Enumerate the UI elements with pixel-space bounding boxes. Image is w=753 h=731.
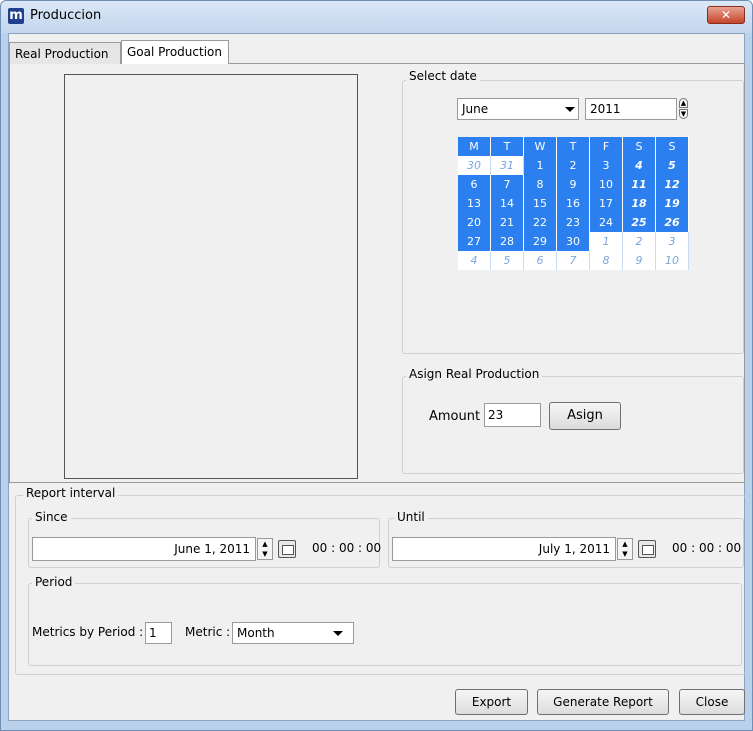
calendar-day[interactable]: 4 — [623, 156, 656, 175]
calendar-weekday-header: M — [458, 137, 491, 156]
calendar-weekday-header: S — [623, 137, 656, 156]
calendar-day[interactable]: 27 — [458, 232, 491, 251]
calendar-day[interactable]: 8 — [524, 175, 557, 194]
tab-goal-production[interactable]: Goal Production — [121, 40, 229, 64]
calendar-day[interactable]: 13 — [458, 194, 491, 213]
until-legend: Until — [394, 510, 428, 524]
calendar-day[interactable]: 29 — [524, 232, 557, 251]
calendar-day[interactable]: 15 — [524, 194, 557, 213]
calendar-day[interactable]: 1 — [524, 156, 557, 175]
calendar-day[interactable]: 16 — [557, 194, 590, 213]
period-legend: Period — [32, 575, 76, 589]
calendar-icon — [282, 545, 294, 555]
metrics-by-period-label: Metrics by Period : — [32, 625, 144, 639]
calendar-weekday-header: F — [590, 137, 623, 156]
calendar-day[interactable]: 18 — [623, 194, 656, 213]
asign-button[interactable]: Asign — [549, 402, 621, 430]
since-time[interactable]: 00 : 00 : 00 — [312, 541, 381, 555]
calendar-day[interactable]: 30 — [458, 156, 491, 175]
until-time[interactable]: 00 : 00 : 00 — [672, 541, 741, 555]
calendar-day[interactable]: 11 — [623, 175, 656, 194]
calendar-day[interactable]: 14 — [491, 194, 524, 213]
report-interval-legend: Report interval — [23, 486, 119, 500]
year-decrement-button[interactable]: ▼ — [679, 109, 688, 119]
calendar-day[interactable]: 1 — [590, 232, 623, 251]
production-chart-area — [64, 74, 358, 479]
calendar-icon — [642, 545, 654, 555]
calendar-day[interactable]: 2 — [557, 156, 590, 175]
since-calendar-button[interactable] — [278, 540, 296, 558]
calendar-day[interactable]: 31 — [491, 156, 524, 175]
window-close-button[interactable]: ✕ — [707, 6, 745, 24]
chevron-down-icon — [333, 631, 343, 636]
app-logo-icon: m — [8, 8, 24, 24]
calendar-day[interactable]: 23 — [557, 213, 590, 232]
until-date-spinner[interactable]: ▲ ▼ — [617, 538, 633, 560]
calendar-weekday-header: T — [557, 137, 590, 156]
select-date-legend: Select date — [406, 69, 480, 83]
calendar-day[interactable]: 4 — [458, 251, 491, 270]
calendar-day[interactable]: 25 — [623, 213, 656, 232]
calendar-day[interactable]: 5 — [491, 251, 524, 270]
calendar-day[interactable]: 20 — [458, 213, 491, 232]
calendar-weekday-header: T — [491, 137, 524, 156]
title-bar[interactable] — [1, 1, 752, 33]
since-date-field[interactable]: June 1, 2011 — [32, 537, 256, 561]
tab-real-production[interactable]: Real Production — [9, 42, 121, 64]
calendar-weekday-header: W — [524, 137, 557, 156]
calendar-day[interactable]: 10 — [590, 175, 623, 194]
amount-input[interactable]: 23 — [484, 403, 541, 427]
metrics-by-period-input[interactable]: 1 — [145, 622, 172, 644]
calendar-day[interactable]: 8 — [590, 251, 623, 270]
chevron-down-icon — [565, 107, 575, 112]
calendar-day[interactable]: 2 — [623, 232, 656, 251]
metric-label: Metric : — [185, 625, 231, 639]
calendar-day[interactable]: 28 — [491, 232, 524, 251]
calendar-day[interactable]: 7 — [557, 251, 590, 270]
calendar-day[interactable]: 22 — [524, 213, 557, 232]
calendar-day[interactable]: 6 — [458, 175, 491, 194]
year-increment-button[interactable]: ▲ — [679, 98, 688, 108]
until-calendar-button[interactable] — [638, 540, 656, 558]
close-button[interactable]: Close — [679, 689, 745, 715]
calendar-day[interactable]: 30 — [557, 232, 590, 251]
amount-label: Amount — [429, 409, 481, 424]
calendar-day[interactable]: 7 — [491, 175, 524, 194]
calendar-day[interactable]: 17 — [590, 194, 623, 213]
calendar-day[interactable]: 3 — [656, 232, 689, 251]
export-button[interactable]: Export — [455, 689, 528, 715]
until-date-field[interactable]: July 1, 2011 — [392, 537, 616, 561]
calendar-day[interactable]: 6 — [524, 251, 557, 270]
since-date-spinner[interactable]: ▲ ▼ — [257, 538, 273, 560]
calendar-day[interactable]: 9 — [557, 175, 590, 194]
calendar-grid: M T W T F S S 30 31 1 2 3 4 5 6 7 8 9 10 11 12 13 14 15 16 17 18 19… — [458, 137, 690, 271]
year-input[interactable]: 2011 — [585, 98, 677, 120]
calendar-day[interactable]: 24 — [590, 213, 623, 232]
calendar-day[interactable]: 12 — [656, 175, 689, 194]
assign-production-legend: Asign Real Production — [406, 367, 543, 381]
calendar-day[interactable]: 3 — [590, 156, 623, 175]
since-legend: Since — [32, 510, 71, 524]
calendar-day[interactable]: 26 — [656, 213, 689, 232]
calendar-day[interactable]: 19 — [656, 194, 689, 213]
calendar-weekday-header: S — [656, 137, 689, 156]
month-dropdown[interactable]: June — [457, 98, 579, 120]
calendar-day[interactable]: 9 — [623, 251, 656, 270]
calendar-day[interactable]: 10 — [656, 251, 689, 270]
calendar-day[interactable]: 21 — [491, 213, 524, 232]
generate-report-button[interactable]: Generate Report — [537, 689, 669, 715]
window-title: Produccion — [30, 8, 102, 23]
calendar-day[interactable]: 5 — [656, 156, 689, 175]
